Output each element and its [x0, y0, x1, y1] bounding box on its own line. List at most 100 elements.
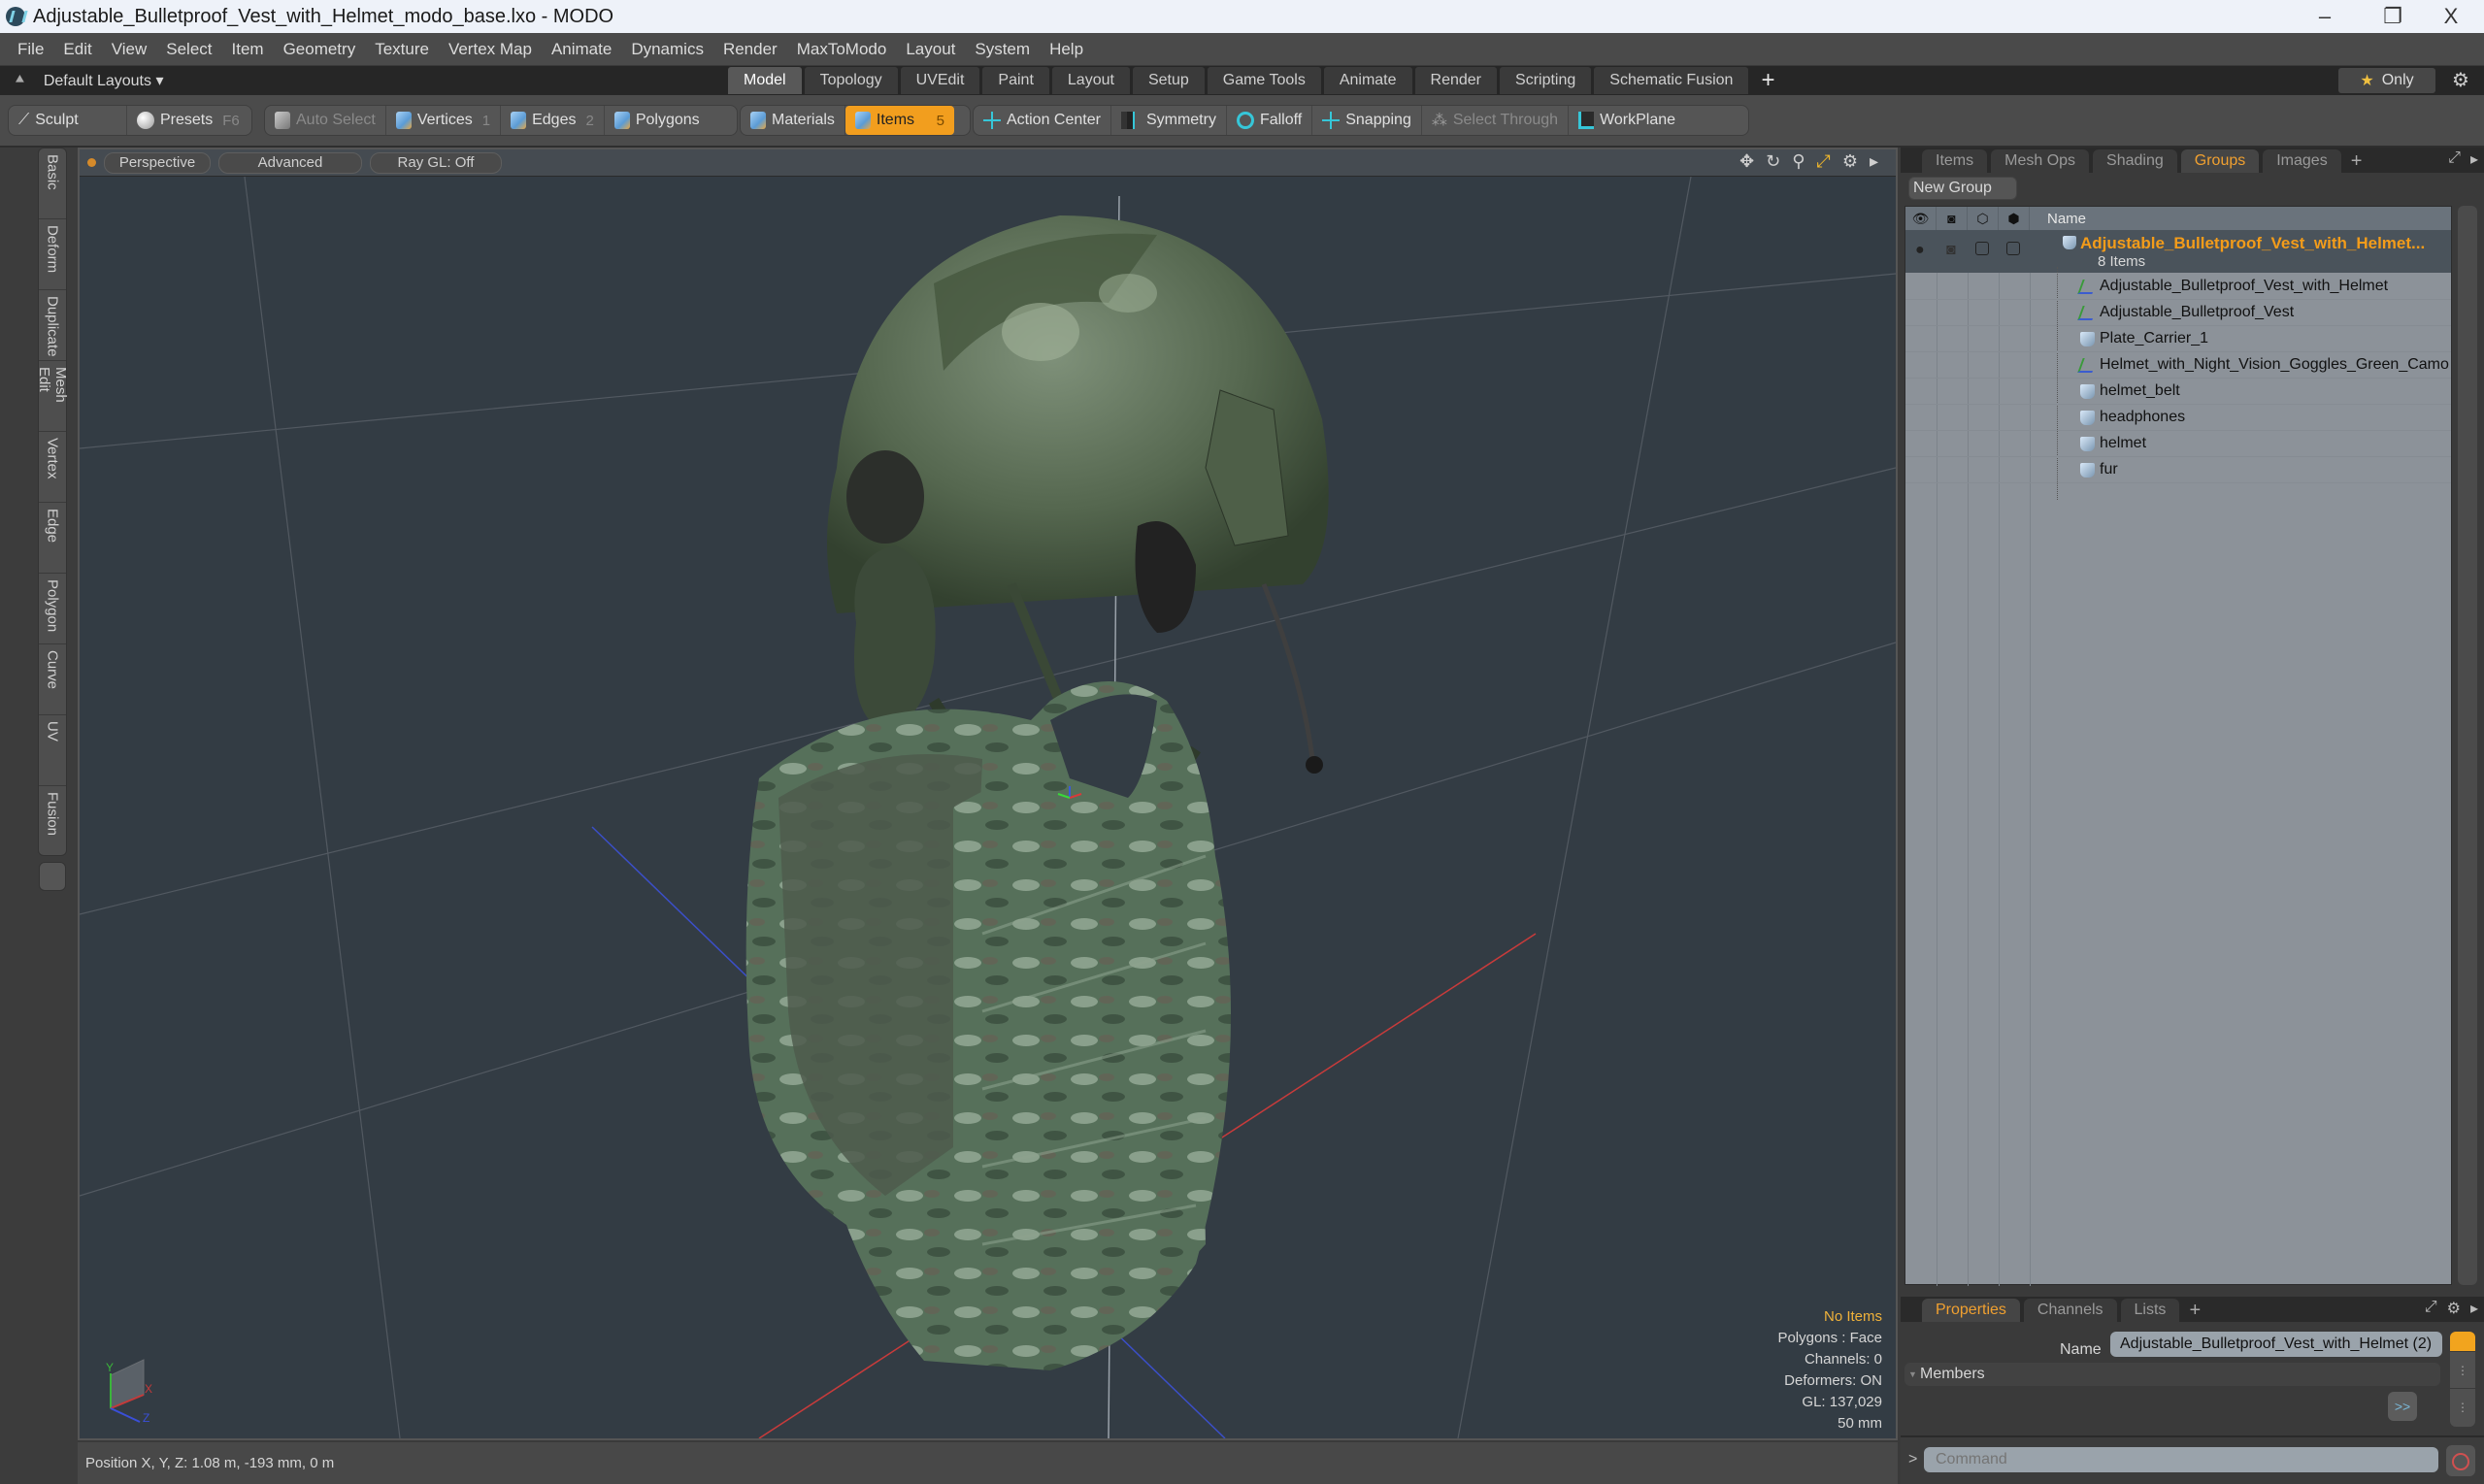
tab-scripting[interactable]: Scripting: [1500, 67, 1592, 94]
forward-button[interactable]: >>: [2388, 1392, 2417, 1421]
record-macro-button[interactable]: [2446, 1445, 2475, 1476]
select-column-icon[interactable]: ⬢: [1999, 207, 2030, 230]
select-through-button[interactable]: ⁂ Select Through: [1422, 106, 1570, 135]
add-layout-tab-button[interactable]: +: [1751, 67, 1784, 94]
left-tab-uv[interactable]: UV: [39, 715, 66, 786]
new-group-button[interactable]: New Group: [1908, 177, 2017, 200]
tab-uvedit[interactable]: UVEdit: [900, 67, 980, 94]
auto-select-button[interactable]: Auto Select: [265, 106, 386, 135]
tab-channels[interactable]: Channels: [2023, 1299, 2117, 1322]
group-render-icon[interactable]: ◙: [1946, 242, 1956, 259]
menu-item[interactable]: Item: [222, 33, 274, 66]
menu-layout[interactable]: Layout: [896, 33, 965, 66]
tab-schematic-fusion[interactable]: Schematic Fusion: [1594, 67, 1749, 94]
tab-model[interactable]: Model: [728, 67, 802, 94]
layout-collapse-icon[interactable]: ⯅: [14, 72, 26, 89]
edges-button[interactable]: Edges 2: [501, 106, 605, 135]
pan-icon[interactable]: ✥: [1739, 151, 1754, 172]
tab-animate[interactable]: Animate: [1323, 67, 1412, 94]
list-item[interactable]: Adjustable_Bulletproof_Vest: [1905, 300, 2451, 326]
tab-setup[interactable]: Setup: [1132, 67, 1205, 94]
list-item[interactable]: helmet: [1905, 431, 2451, 457]
view-mode-button[interactable]: Perspective: [104, 151, 211, 174]
add-properties-tab-button[interactable]: +: [2183, 1299, 2206, 1322]
tab-shading[interactable]: Shading: [2093, 149, 2177, 173]
properties-drag-handle[interactable]: ⋮: [2450, 1351, 2475, 1388]
left-tab-basic[interactable]: Basic: [39, 148, 66, 219]
snapping-button[interactable]: Snapping: [1312, 106, 1422, 135]
left-tab-vertex[interactable]: Vertex: [39, 432, 66, 503]
menu-edit[interactable]: Edit: [53, 33, 101, 66]
only-toggle-button[interactable]: ★ Only: [2338, 68, 2435, 93]
tab-lists[interactable]: Lists: [2120, 1299, 2180, 1322]
menu-render[interactable]: Render: [713, 33, 787, 66]
properties-drag-handle-2[interactable]: ⋮: [2450, 1388, 2475, 1425]
visibility-column-icon[interactable]: 👁: [1905, 207, 1937, 230]
items-button[interactable]: Items 5: [845, 106, 954, 135]
list-item[interactable]: Plate_Carrier_1: [1905, 326, 2451, 352]
raygl-button[interactable]: Ray GL: Off: [370, 151, 502, 174]
tab-layout[interactable]: Layout: [1051, 67, 1130, 94]
menu-view[interactable]: View: [102, 33, 157, 66]
tab-topology[interactable]: Topology: [804, 67, 898, 94]
viewport-settings-icon[interactable]: ⚙: [1842, 151, 1858, 172]
add-panel-tab-button[interactable]: +: [2345, 149, 2368, 173]
tab-images[interactable]: Images: [2263, 149, 2341, 173]
render-column-icon[interactable]: ◙: [1937, 207, 1968, 230]
menu-vertex-map[interactable]: Vertex Map: [439, 33, 542, 66]
lock-column-icon[interactable]: ⬡: [1968, 207, 1999, 230]
menu-select[interactable]: Select: [156, 33, 221, 66]
list-item[interactable]: headphones: [1905, 405, 2451, 431]
menu-file[interactable]: File: [8, 33, 53, 66]
list-item[interactable]: fur: [1905, 457, 2451, 483]
left-tab-fusion[interactable]: Fusion: [39, 786, 66, 857]
group-select-toggle[interactable]: [2006, 242, 2020, 255]
name-field[interactable]: Adjustable_Bulletproof_Vest_with_Helmet …: [2110, 1332, 2442, 1357]
group-row[interactable]: ● ◙ Adjustable_Bulletproof_Vest_with_Hel…: [1905, 230, 2451, 273]
panel-maximize-icon[interactable]: ⤢: [2448, 149, 2461, 169]
maximize-icon[interactable]: ⤢: [1816, 151, 1830, 172]
close-button[interactable]: X: [2417, 0, 2484, 33]
command-input[interactable]: [1924, 1447, 2438, 1472]
group-lock-toggle[interactable]: [1975, 242, 1989, 255]
minimize-button[interactable]: –: [2291, 0, 2359, 33]
tab-game-tools[interactable]: Game Tools: [1207, 67, 1321, 94]
menu-system[interactable]: System: [965, 33, 1040, 66]
expand-arrow-icon[interactable]: ▸: [1870, 151, 1878, 172]
zoom-icon[interactable]: ⚲: [1792, 151, 1805, 172]
groups-scrollbar[interactable]: [2458, 206, 2477, 1285]
properties-color-swatch[interactable]: [2450, 1332, 2475, 1351]
tab-render[interactable]: Render: [1414, 67, 1498, 94]
members-section-header[interactable]: Members: [1904, 1363, 2440, 1386]
workplane-button[interactable]: WorkPlane: [1569, 106, 1685, 135]
left-tab-edge[interactable]: Edge: [39, 503, 66, 574]
left-tab-curve[interactable]: Curve: [39, 644, 66, 715]
gear-icon[interactable]: ⚙: [2445, 68, 2476, 93]
menu-geometry[interactable]: Geometry: [274, 33, 366, 66]
menu-dynamics[interactable]: Dynamics: [621, 33, 713, 66]
left-extra-tab[interactable]: [39, 862, 66, 891]
vertices-button[interactable]: Vertices 1: [386, 106, 502, 135]
panel-menu-arrow-icon[interactable]: ▸: [2470, 149, 2478, 169]
tab-items[interactable]: Items: [1922, 149, 1988, 173]
group-visibility-icon[interactable]: ●: [1915, 242, 1925, 259]
properties-maximize-icon[interactable]: ⤢: [2425, 1299, 2437, 1318]
tab-groups[interactable]: Groups: [2180, 149, 2260, 173]
materials-button[interactable]: Materials: [741, 106, 845, 135]
tab-properties[interactable]: Properties: [1922, 1299, 2020, 1322]
list-item[interactable]: Helmet_with_Night_Vision_Goggles_Green_C…: [1905, 352, 2451, 379]
sculpt-button[interactable]: ⟋ Sculpt: [9, 106, 127, 135]
properties-menu-arrow-icon[interactable]: ▸: [2470, 1299, 2478, 1318]
rotate-icon[interactable]: ↻: [1766, 151, 1780, 172]
symmetry-button[interactable]: Symmetry: [1111, 106, 1227, 135]
presets-button[interactable]: Presets F6: [127, 106, 249, 135]
default-layouts-dropdown[interactable]: Default Layouts ▾: [44, 71, 164, 90]
menu-help[interactable]: Help: [1040, 33, 1093, 66]
tab-mesh-ops[interactable]: Mesh Ops: [1991, 149, 2090, 173]
falloff-button[interactable]: Falloff: [1227, 106, 1313, 135]
polygons-button[interactable]: Polygons: [605, 106, 710, 135]
left-tab-deform[interactable]: Deform: [39, 219, 66, 290]
menu-animate[interactable]: Animate: [542, 33, 621, 66]
tab-paint[interactable]: Paint: [982, 67, 1049, 94]
menu-texture[interactable]: Texture: [365, 33, 439, 66]
